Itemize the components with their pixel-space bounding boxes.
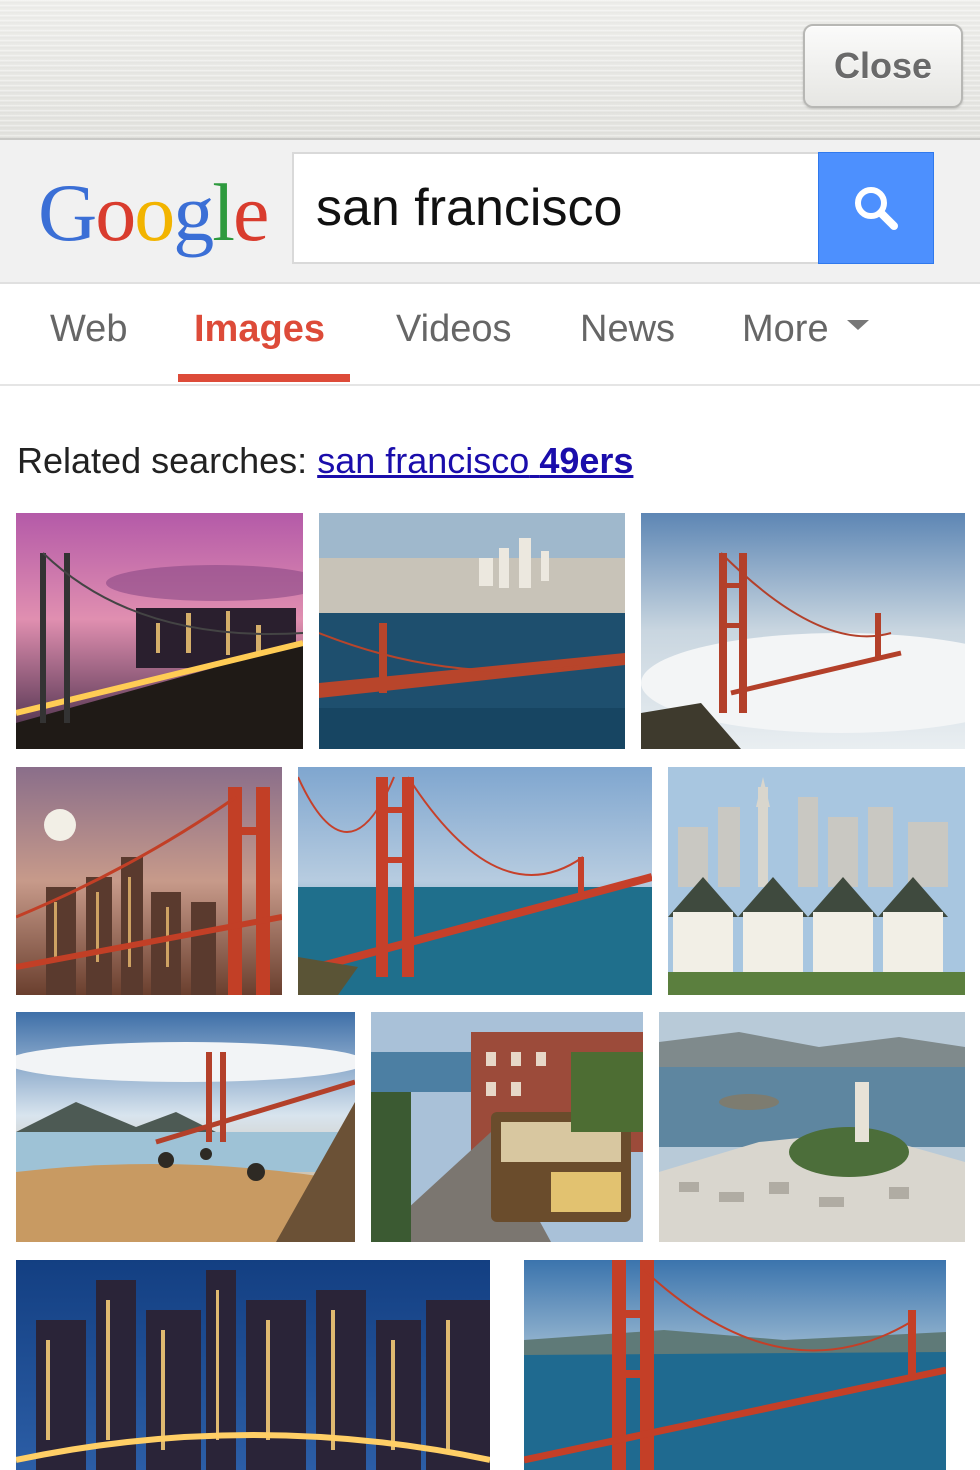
search-icon (855, 187, 898, 230)
related-link-text: san francisco (317, 440, 530, 481)
search-tabs: Web Images Videos News More (0, 284, 980, 386)
image-result-2[interactable] (319, 513, 625, 749)
image-result-8[interactable] (371, 1012, 643, 1242)
image-result-3[interactable] (641, 513, 965, 749)
image-result-11[interactable] (524, 1260, 946, 1470)
tab-news[interactable]: News (580, 308, 675, 351)
logo-letter-e: e (233, 167, 269, 258)
related-link-bold-text: 49ers (539, 440, 634, 481)
caret-down-icon (846, 319, 869, 330)
image-result-5[interactable] (298, 767, 652, 995)
image-result-9[interactable] (659, 1012, 965, 1242)
search-input[interactable]: san francisco (292, 152, 820, 264)
related-searches: Related searches: san francisco 49ers (17, 440, 633, 482)
google-logo[interactable]: Google (38, 167, 269, 258)
tab-more[interactable]: More (742, 308, 869, 351)
logo-letter-g2: g (173, 167, 214, 258)
logo-letter-g: G (38, 167, 97, 258)
tab-videos[interactable]: Videos (396, 308, 512, 351)
related-search-link[interactable]: san francisco 49ers (317, 440, 633, 481)
tab-web[interactable]: Web (50, 308, 127, 351)
search-header: Google san francisco (0, 140, 980, 284)
logo-letter-l: l (212, 167, 235, 258)
image-result-6[interactable] (668, 767, 965, 995)
image-result-1[interactable] (16, 513, 303, 749)
active-tab-indicator (178, 374, 350, 382)
logo-letter-o2: o (134, 167, 175, 258)
image-result-7[interactable] (16, 1012, 355, 1242)
top-bar: Close (0, 0, 980, 140)
tab-more-label: More (742, 308, 829, 350)
tab-images[interactable]: Images (194, 308, 325, 351)
search-button[interactable] (818, 152, 934, 264)
logo-letter-o1: o (95, 167, 136, 258)
close-button[interactable]: Close (803, 24, 963, 108)
image-result-10[interactable] (16, 1260, 490, 1470)
image-result-4[interactable] (16, 767, 282, 995)
related-searches-label: Related searches: (17, 440, 308, 481)
